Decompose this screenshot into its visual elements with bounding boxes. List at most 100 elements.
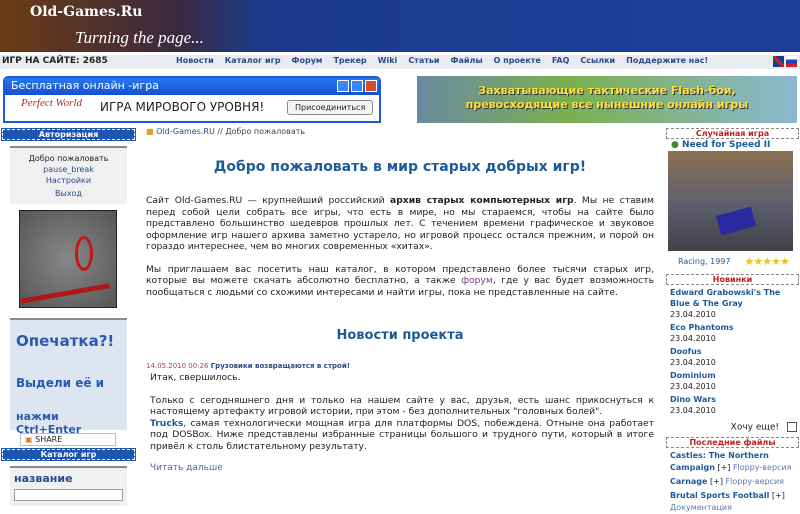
- news-date: 14.05.2010 00:26: [146, 362, 209, 370]
- nav-support[interactable]: Поддержите нас!: [626, 56, 708, 65]
- want-more-label: Хочу еще!: [730, 422, 779, 433]
- ad-text: ИГРА МИРОВОГО УРОВНЯ!: [100, 100, 265, 114]
- right-sidebar: Случайная игра ● Need for Speed II Racin…: [666, 128, 799, 514]
- list-item: Castles: The Northern Campaign [+] Flopp…: [666, 450, 799, 474]
- nav-files[interactable]: Файлы: [451, 56, 483, 65]
- catalog-name-label: название: [14, 472, 73, 485]
- site-tagline: Turning the page...: [75, 28, 204, 47]
- ad-line2: превосходящие все нынешние онлайн игры: [465, 98, 749, 111]
- nav-faq[interactable]: FAQ: [552, 56, 570, 65]
- ad-banner-perfect-world[interactable]: Бесплатная онлайн -игра Perfect World ИГ…: [3, 76, 381, 123]
- share-label: SHARE: [35, 435, 63, 444]
- intro-paragraph: Сайт Old-Games.RU — крупнейший российски…: [140, 195, 660, 253]
- new-game-link[interactable]: Edward Grabowski's The Blue & The Gray: [670, 287, 799, 309]
- new-game-date: 23.04.2010: [670, 334, 716, 343]
- want-more-checkbox[interactable]: [787, 422, 797, 432]
- new-game-link[interactable]: Doofus: [670, 346, 799, 357]
- nav-about[interactable]: О проекте: [494, 56, 541, 65]
- news-body: Только с сегодняшнего дня и только на на…: [150, 394, 654, 418]
- game-meta: Racing, 1997 ★★★★★: [666, 255, 799, 268]
- game-icon: ●: [671, 140, 682, 150]
- forum-link[interactable]: форум: [461, 275, 493, 286]
- news-body-2: Trucks, самая технологически мощная игра…: [140, 418, 660, 453]
- nav-bar: ИГР НА САЙТЕ: 2685 Новости Каталог игр Ф…: [0, 55, 800, 69]
- typo-report-banner: Опечатка?! Выдели её и нажми Ctrl+Enter: [10, 318, 127, 436]
- new-game-link[interactable]: Dominium: [670, 370, 799, 381]
- breadcrumb-home[interactable]: Old-Games.RU: [156, 127, 215, 136]
- games-count: ИГР НА САЙТЕ: 2685: [2, 56, 108, 66]
- expand-toggle[interactable]: [+]: [710, 477, 723, 486]
- file-type[interactable]: Floppy-версия: [726, 477, 784, 486]
- new-game-date: 23.04.2010: [670, 406, 716, 415]
- file-game-link[interactable]: Carnage: [670, 477, 707, 486]
- join-button[interactable]: Присоединиться: [287, 100, 374, 115]
- list-item: Brutal Sports Football [+] Документация: [666, 490, 799, 514]
- perfect-world-logo: Perfect World: [21, 97, 82, 109]
- breadcrumb-separator: //: [214, 127, 226, 136]
- nav-links[interactable]: Ссылки: [580, 56, 615, 65]
- auth-box: Добро пожаловать pause_break Настройки В…: [10, 146, 127, 204]
- new-game-link[interactable]: Eco Phantoms: [670, 322, 799, 333]
- text: , самая технологически мощная игра для п…: [150, 417, 654, 452]
- ad-line1: Захватывающие тактические Flash-бои,: [478, 84, 736, 97]
- typo-line2: Выдели её и: [16, 376, 105, 390]
- random-game-title[interactable]: ● Need for Speed II: [666, 140, 799, 150]
- new-game-link[interactable]: Dino Wars: [670, 394, 799, 405]
- random-game-header: Случайная игра: [666, 128, 799, 139]
- list-item: Edward Grabowski's The Blue & The Gray 23…: [666, 287, 799, 320]
- nav-news[interactable]: Новости: [176, 56, 214, 65]
- nav-articles[interactable]: Статьи: [408, 56, 439, 65]
- file-game-link[interactable]: Brutal Sports Football: [670, 491, 769, 500]
- username-link[interactable]: pause_break: [10, 165, 127, 174]
- left-sidebar: Авторизация Добро пожаловать pause_break…: [1, 128, 136, 512]
- new-games-header: Новинки: [666, 274, 799, 285]
- game-screenshot[interactable]: [668, 151, 793, 251]
- game-name: Need for Speed II: [682, 140, 771, 150]
- welcome-text: Добро пожаловать: [28, 154, 109, 163]
- game-genre-year: Racing, 1997: [678, 257, 731, 266]
- rating-stars: ★★★★★: [744, 255, 790, 268]
- trucks-link[interactable]: Trucks: [150, 418, 183, 429]
- nav-tracker[interactable]: Трекер: [333, 56, 366, 65]
- uk-flag-icon[interactable]: [773, 56, 784, 67]
- minimize-icon: [337, 80, 349, 92]
- want-more: Хочу еще!: [666, 422, 799, 433]
- typo-line3: нажми Ctrl+Enter: [16, 410, 82, 436]
- logout-link[interactable]: Выход: [10, 187, 127, 200]
- folder-icon: ■: [146, 127, 157, 136]
- list-item: Eco Phantoms 23.04.2010: [666, 322, 799, 344]
- ad-banner-flash[interactable]: Захватывающие тактические Flash-бои, пре…: [417, 76, 797, 123]
- site-banner: Old-Games.Ru Turning the page...: [0, 0, 800, 52]
- list-item: Carnage [+] Floppy-версия: [666, 476, 799, 488]
- file-type[interactable]: Документация: [670, 503, 732, 512]
- nav-forum[interactable]: Форум: [292, 56, 323, 65]
- close-icon: [365, 80, 377, 92]
- list-item: Dominium 23.04.2010: [666, 370, 799, 392]
- catalog-header: Каталог игр: [1, 448, 136, 461]
- ru-flag-icon[interactable]: [786, 56, 797, 67]
- new-game-date: 23.04.2010: [670, 358, 716, 367]
- page-title: Добро пожаловать в мир старых добрых игр…: [213, 159, 587, 175]
- expand-toggle[interactable]: [+]: [717, 463, 730, 472]
- share-icon: ▣: [25, 435, 36, 444]
- ad-title: Бесплатная онлайн -игра: [5, 78, 379, 95]
- catalog-name-input[interactable]: [14, 489, 123, 501]
- nav-catalog[interactable]: Каталог игр: [225, 56, 281, 65]
- nav-wiki[interactable]: Wiki: [378, 56, 398, 65]
- catalog-search: название: [10, 466, 127, 506]
- settings-link[interactable]: Настройки: [10, 174, 127, 187]
- new-game-date: 23.04.2010: [670, 310, 716, 319]
- breadcrumb: ■ Old-Games.RU // Добро пожаловать: [140, 127, 660, 136]
- main-content: ■ Old-Games.RU // Добро пожаловать Добро…: [140, 127, 660, 473]
- file-type[interactable]: Floppy-версия: [733, 463, 791, 472]
- site-logo[interactable]: Old-Games.Ru: [30, 4, 142, 20]
- list-item: Doofus 23.04.2010: [666, 346, 799, 368]
- bold-text: архив старых компьютерных игр: [390, 195, 574, 206]
- text: Сайт Old-Games.RU — крупнейший российски…: [146, 195, 391, 206]
- typo-line1: Опечатка?!: [16, 332, 115, 350]
- news-headline[interactable]: Грузовики возвращаются в строй!: [211, 362, 350, 370]
- news-intro: Итак, свершилось.: [150, 372, 241, 383]
- breadcrumb-current: Добро пожаловать: [225, 127, 306, 136]
- read-more-link[interactable]: Читать дальше: [140, 463, 660, 473]
- expand-toggle[interactable]: [+]: [772, 491, 785, 500]
